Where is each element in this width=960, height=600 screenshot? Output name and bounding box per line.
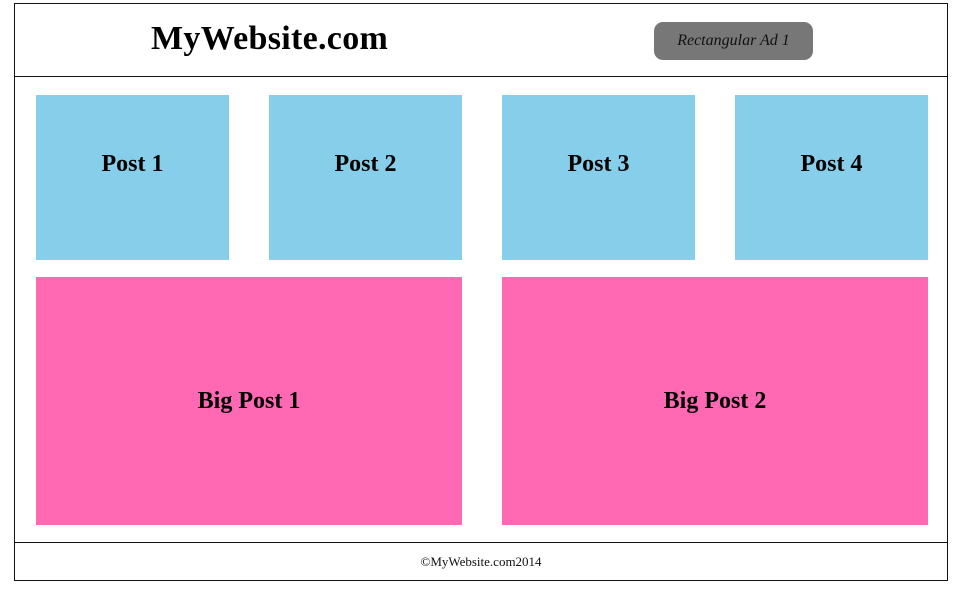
post-tile-4[interactable]: Post 4 (735, 95, 928, 260)
page-container: MyWebsite.com Rectangular Ad 1 Post 1 Po… (14, 3, 948, 581)
post-tile-3[interactable]: Post 3 (502, 95, 695, 260)
site-title[interactable]: MyWebsite.com (151, 20, 388, 58)
post-tile-1[interactable]: Post 1 (36, 95, 229, 260)
footer-copyright: ©MyWebsite.com2014 (420, 553, 542, 569)
post-tile-2[interactable]: Post 2 (269, 95, 462, 260)
site-header: MyWebsite.com Rectangular Ad 1 (15, 4, 947, 77)
site-footer: ©MyWebsite.com2014 (15, 542, 947, 580)
big-post-tile-2[interactable]: Big Post 2 (502, 277, 928, 525)
rectangular-ad[interactable]: Rectangular Ad 1 (654, 22, 813, 60)
big-post-tile-1[interactable]: Big Post 1 (36, 277, 462, 525)
